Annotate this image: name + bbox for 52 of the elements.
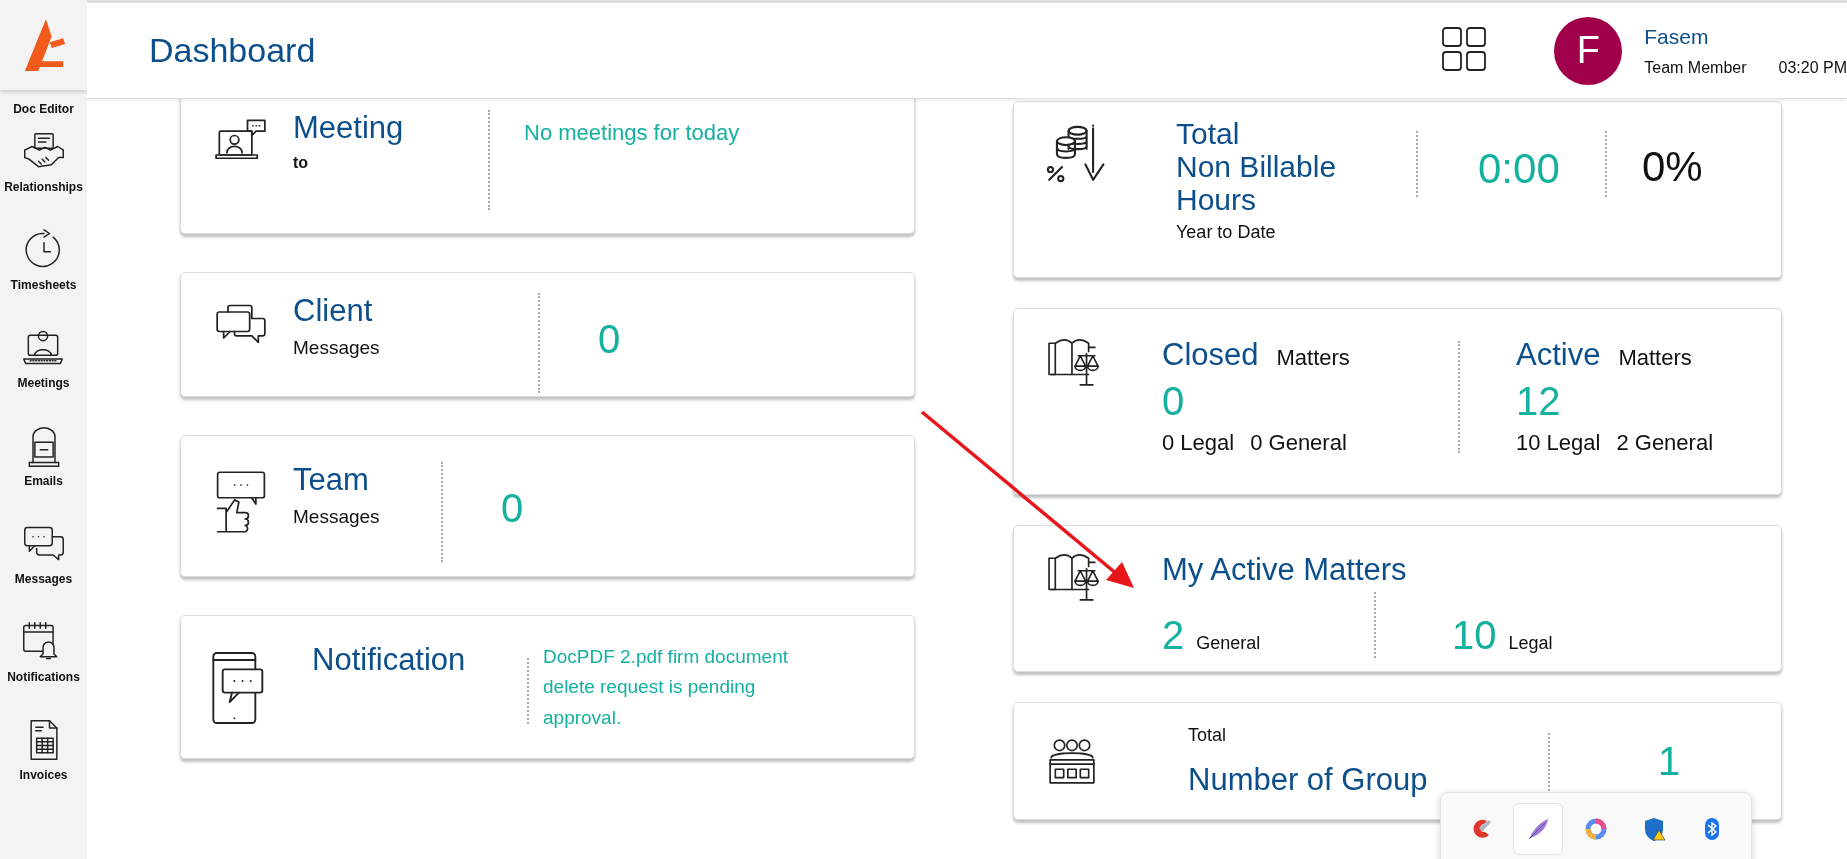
matters-label: General: [1196, 633, 1261, 654]
matters-title: Closed: [1162, 337, 1259, 373]
matters-title: Active: [1516, 337, 1601, 373]
matters-breakdown: 0 Legal: [1162, 430, 1235, 456]
hours-value: 0:00: [1478, 145, 1561, 193]
percent-value: 0%: [1642, 143, 1703, 191]
card-title: Team: [293, 462, 370, 498]
sidebar-item[interactable]: Emails: [21, 424, 66, 522]
user-avatar[interactable]: F: [1554, 16, 1623, 85]
card-title: Client: [293, 293, 374, 329]
card-title: Notification: [312, 642, 467, 678]
card-title: My Active Matters: [1162, 552, 1408, 588]
card-title: Total: [1176, 117, 1241, 150]
card-subtitle: Year to Date: [1176, 222, 1277, 243]
sidebar-item[interactable]: Notifications: [7, 620, 80, 718]
matters-breakdown: 10 Legal: [1516, 430, 1601, 456]
notification-text: DocPDF 2.pdf firm document delete request is pending approval.: [543, 645, 789, 730]
matters-label: Matters: [1276, 345, 1350, 371]
matters-breakdown: 0 General: [1250, 430, 1347, 456]
groups-count: 1: [1658, 739, 1681, 784]
user-role: Team Member: [1644, 58, 1747, 77]
ring-icon: [1583, 816, 1609, 842]
user-name: Fasem: [1644, 24, 1710, 49]
matters-count: 10: [1452, 613, 1497, 658]
sidebar-item[interactable]: Messages: [14, 522, 73, 620]
card-title: Meeting: [293, 110, 405, 146]
tray-icon-button[interactable]: [1513, 803, 1563, 855]
message-count: 0: [598, 317, 621, 362]
sidebar-item[interactable]: Relationships: [4, 130, 83, 228]
matters-count: 12: [1516, 379, 1562, 424]
card-title: Hours: [1176, 183, 1258, 216]
coins-percent-arrow-icon: [1044, 123, 1106, 185]
card-title: Non Billable: [1176, 150, 1338, 183]
message-count: 0: [501, 486, 524, 531]
card-subtitle: Total: [1188, 725, 1228, 746]
matters-count: 2: [1162, 613, 1185, 658]
matters-count: 0: [1162, 379, 1186, 424]
page-title: Dashboard: [149, 31, 317, 70]
meetings-status-text: No meetings for today: [524, 119, 741, 147]
matters-breakdown: 2 General: [1616, 430, 1714, 456]
apps-grid-icon[interactable]: [1442, 27, 1487, 74]
matters-label: Legal: [1508, 633, 1553, 654]
clock-time: 03:20 PM: [1778, 58, 1847, 77]
card-title: Number of Group: [1188, 762, 1429, 798]
matters-label: Matters: [1618, 345, 1692, 371]
sidebar-item[interactable]: Timesheets: [10, 228, 77, 326]
sidebar-item[interactable]: Invoices: [19, 718, 68, 816]
card-subtitle: Messages: [293, 337, 381, 359]
card-subtitle: to: [293, 154, 310, 172]
logo-caption: Doc Editor: [13, 102, 74, 116]
sidebar-item[interactable]: Meetings: [17, 326, 70, 424]
card-subtitle: Messages: [293, 506, 381, 528]
